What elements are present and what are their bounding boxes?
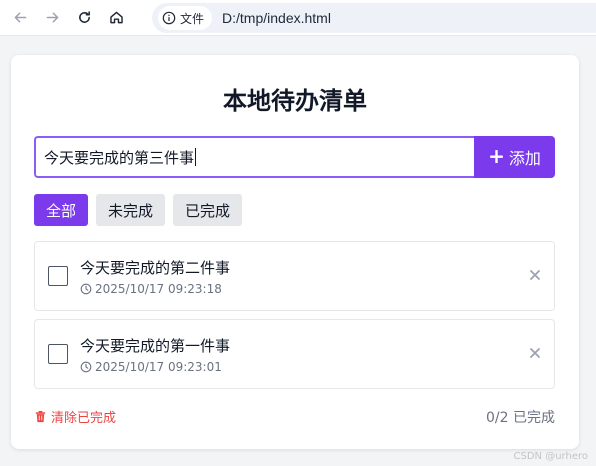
filter-completed[interactable]: 已完成 — [173, 194, 243, 226]
address-bar[interactable]: 文件 D:/tmp/index.html — [152, 3, 596, 33]
reload-icon — [78, 11, 90, 23]
clock-icon — [80, 361, 92, 373]
todo-item: 今天要完成的第一件事 2025/10/17 09:23:01 — [34, 319, 555, 389]
clear-completed-button[interactable]: 清除已完成 — [34, 407, 116, 426]
todo-time-text: 2025/10/17 09:23:18 — [95, 282, 222, 296]
site-info-chip[interactable]: 文件 — [158, 6, 213, 30]
add-button-label: 添加 — [508, 149, 541, 168]
completed-count: 0/2 已完成 — [486, 410, 555, 426]
filter-tabs: 全部 未完成 已完成 — [34, 194, 243, 226]
delete-button[interactable] — [526, 344, 544, 362]
todo-card: 本地待办清单 今天要完成的第三件事 + 添加 全部 未完成 已完成 今天要完成的… — [11, 55, 579, 449]
close-icon — [530, 348, 540, 358]
home-button[interactable] — [102, 4, 130, 32]
back-button[interactable] — [6, 4, 34, 32]
todo-time-text: 2025/10/17 09:23:01 — [95, 360, 222, 374]
todo-text: 今天要完成的第一件事 — [80, 337, 231, 355]
delete-button[interactable] — [526, 266, 544, 284]
watermark: CSDN @urhero — [513, 451, 588, 462]
todo-footer: 清除已完成 0/2 已完成 — [34, 407, 555, 427]
forward-icon — [46, 12, 58, 23]
page-title: 本地待办清单 — [223, 87, 367, 115]
todo-item: 今天要完成的第二件事 2025/10/17 09:23:18 — [34, 241, 555, 311]
add-button[interactable]: + 添加 — [474, 136, 555, 178]
reload-button[interactable] — [70, 4, 98, 32]
url-text[interactable]: D:/tmp/index.html — [222, 10, 331, 26]
filter-all[interactable]: 全部 — [34, 194, 89, 226]
todo-input[interactable]: 今天要完成的第三件事 — [34, 136, 474, 178]
trash-icon — [35, 410, 46, 423]
home-icon — [109, 11, 123, 24]
back-icon — [14, 12, 26, 23]
filter-active[interactable]: 未完成 — [96, 194, 166, 226]
todo-input-value: 今天要完成的第三件事 — [44, 148, 195, 167]
clear-completed-label: 清除已完成 — [51, 411, 117, 426]
close-icon — [530, 270, 540, 280]
todo-text: 今天要完成的第二件事 — [80, 259, 231, 277]
todo-timestamp: 2025/10/17 09:23:18 — [80, 282, 222, 296]
forward-button[interactable] — [38, 4, 66, 32]
todo-checkbox[interactable] — [48, 344, 68, 364]
add-todo-row: 今天要完成的第三件事 + 添加 — [34, 136, 555, 178]
site-info-label: 文件 — [180, 11, 205, 26]
clock-icon — [80, 283, 92, 295]
todo-timestamp: 2025/10/17 09:23:01 — [80, 360, 222, 374]
todo-checkbox[interactable] — [48, 266, 68, 286]
text-caret — [195, 148, 197, 166]
plus-icon: + — [488, 144, 505, 168]
todo-list: 今天要完成的第二件事 2025/10/17 09:23:18 今天要完成的第一件… — [34, 241, 555, 397]
browser-toolbar: 文件 D:/tmp/index.html — [0, 0, 596, 36]
info-icon — [162, 11, 176, 25]
